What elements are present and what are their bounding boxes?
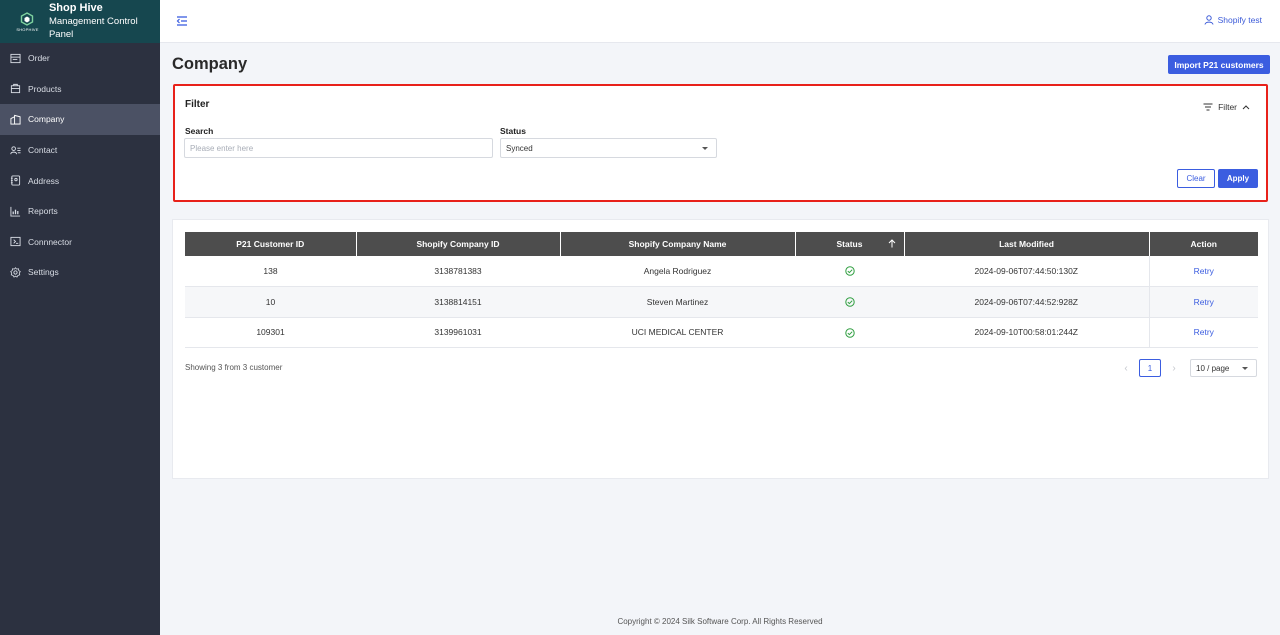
import-p21-customers-button[interactable]: Import P21 customers bbox=[1168, 55, 1270, 74]
caret-down-icon bbox=[1242, 367, 1248, 370]
showing-count: Showing 3 from 3 customer bbox=[185, 363, 283, 372]
filter-panel: Filter Filter Search Status Synced Clear… bbox=[173, 84, 1268, 202]
user-name: Shopify test bbox=[1217, 15, 1262, 25]
page-size-value: 10 / page bbox=[1196, 363, 1230, 373]
user-menu[interactable]: Shopify test bbox=[1204, 15, 1262, 25]
search-input[interactable] bbox=[184, 138, 493, 158]
check-circle-icon bbox=[844, 328, 855, 338]
reports-icon bbox=[9, 205, 21, 217]
clear-button[interactable]: Clear bbox=[1177, 169, 1215, 188]
cell-p21-id: 138 bbox=[185, 256, 356, 288]
sidebar-item-label: Connnector bbox=[28, 236, 72, 247]
table-row: 10 3138814151 Steven Martinez 2024-09-06… bbox=[185, 286, 1258, 318]
cell-shopify-id: 3139961031 bbox=[356, 317, 560, 349]
status-label: Status bbox=[500, 126, 526, 136]
menu-fold-icon[interactable] bbox=[175, 14, 189, 28]
cell-p21-id: 10 bbox=[185, 286, 356, 318]
cell-action: Retry bbox=[1148, 286, 1258, 318]
column-header-action: Action bbox=[1149, 232, 1258, 256]
sidebar-item-company[interactable]: Company bbox=[0, 104, 160, 135]
contact-icon bbox=[9, 144, 21, 156]
cell-action: Retry bbox=[1148, 317, 1258, 349]
sidebar-nav: Order Products Company Contact Address R… bbox=[0, 43, 160, 288]
cell-status bbox=[795, 256, 904, 288]
brand-header[interactable]: SHOPHIVE Shop Hive Management Control Pa… bbox=[0, 0, 160, 43]
company-icon bbox=[9, 113, 21, 125]
cell-company-name: Steven Martinez bbox=[560, 286, 795, 318]
footer-copyright: Copyright © 2024 Silk Software Corp. All… bbox=[617, 617, 823, 626]
caret-down-icon bbox=[702, 147, 708, 150]
cell-p21-id: 109301 bbox=[185, 317, 356, 349]
column-header-company-name[interactable]: Shopify Company Name bbox=[560, 232, 796, 256]
user-icon bbox=[1204, 15, 1214, 25]
cell-status bbox=[795, 286, 904, 318]
sidebar-item-contact[interactable]: Contact bbox=[0, 135, 160, 166]
page-number-button[interactable]: 1 bbox=[1139, 359, 1161, 377]
cell-company-name: UCI MEDICAL CENTER bbox=[560, 317, 795, 349]
filter-collapse-toggle[interactable]: Filter bbox=[1203, 102, 1250, 112]
logo-text: SHOPHIVE bbox=[16, 26, 39, 32]
column-header-status[interactable]: Status bbox=[795, 232, 905, 256]
next-page-icon[interactable]: › bbox=[1167, 363, 1181, 374]
cell-company-name: Angela Rodriguez bbox=[560, 256, 795, 288]
check-circle-icon bbox=[844, 266, 855, 277]
column-header-p21-id[interactable]: P21 Customer ID bbox=[185, 232, 357, 256]
sort-ascending-icon[interactable] bbox=[888, 239, 896, 248]
sidebar-item-label: Company bbox=[28, 114, 65, 125]
sidebar-item-reports[interactable]: Reports bbox=[0, 196, 160, 227]
retry-link[interactable]: Retry bbox=[1194, 297, 1214, 307]
brand-subtitle: Management Control Panel bbox=[48, 16, 138, 40]
shophive-logo: SHOPHIVE bbox=[15, 9, 40, 35]
column-header-shopify-id[interactable]: Shopify Company ID bbox=[356, 232, 561, 256]
top-header: Shopify test bbox=[160, 0, 1280, 43]
table-header-row: P21 Customer ID Shopify Company ID Shopi… bbox=[185, 232, 1258, 256]
prev-page-icon[interactable]: ‹ bbox=[1119, 363, 1133, 374]
column-header-last-modified[interactable]: Last Modified bbox=[904, 232, 1150, 256]
cell-shopify-id: 3138781383 bbox=[356, 256, 560, 288]
settings-icon bbox=[9, 266, 21, 278]
cell-action: Retry bbox=[1148, 256, 1258, 288]
cell-last-modified: 2024-09-06T07:44:50:130Z bbox=[904, 256, 1149, 288]
sidebar-item-settings[interactable]: Settings bbox=[0, 257, 160, 288]
connector-icon bbox=[9, 236, 21, 248]
brand-title: Shop Hive bbox=[48, 2, 103, 14]
company-table-card: P21 Customer ID Shopify Company ID Shopi… bbox=[172, 219, 1269, 479]
check-circle-icon bbox=[844, 297, 855, 307]
products-icon bbox=[9, 83, 21, 95]
chevron-up-icon bbox=[1242, 105, 1250, 110]
sidebar-item-products[interactable]: Products bbox=[0, 74, 160, 105]
sidebar: SHOPHIVE Shop Hive Management Control Pa… bbox=[0, 0, 160, 635]
sidebar-item-label: Contact bbox=[28, 145, 58, 156]
sidebar-item-label: Reports bbox=[28, 206, 58, 217]
cell-last-modified: 2024-09-10T00:58:01:244Z bbox=[904, 317, 1149, 349]
address-icon bbox=[9, 175, 21, 187]
sidebar-item-label: Settings bbox=[28, 267, 59, 278]
cell-status bbox=[795, 317, 904, 349]
page-size-select[interactable]: 10 / page bbox=[1190, 359, 1257, 377]
page-title: Company bbox=[172, 55, 248, 73]
table-row: 109301 3139961031 UCI MEDICAL CENTER 202… bbox=[185, 317, 1258, 349]
sidebar-item-label: Order bbox=[28, 53, 50, 64]
filter-title: Filter bbox=[185, 99, 210, 110]
cell-shopify-id: 3138814151 bbox=[356, 286, 560, 318]
cell-last-modified: 2024-09-06T07:44:52:928Z bbox=[904, 286, 1149, 318]
retry-link[interactable]: Retry bbox=[1194, 327, 1214, 337]
retry-link[interactable]: Retry bbox=[1194, 266, 1214, 276]
pagination: ‹ 1 › 10 / page bbox=[1119, 359, 1257, 377]
status-select-value: Synced bbox=[506, 143, 533, 153]
filter-icon bbox=[1203, 103, 1213, 111]
sidebar-item-label: Products bbox=[28, 83, 62, 94]
sidebar-item-address[interactable]: Address bbox=[0, 165, 160, 196]
sidebar-item-order[interactable]: Order bbox=[0, 43, 160, 74]
sidebar-item-label: Address bbox=[28, 175, 60, 186]
order-icon bbox=[9, 52, 21, 64]
column-header-status-label: Status bbox=[836, 239, 863, 249]
status-select[interactable]: Synced bbox=[500, 138, 717, 158]
search-label: Search bbox=[185, 126, 214, 136]
apply-button[interactable]: Apply bbox=[1218, 169, 1258, 188]
filter-toggle-label: Filter bbox=[1218, 102, 1237, 112]
company-table: P21 Customer ID Shopify Company ID Shopi… bbox=[185, 232, 1258, 349]
sidebar-item-connector[interactable]: Connnector bbox=[0, 227, 160, 258]
table-row: 138 3138781383 Angela Rodriguez 2024-09-… bbox=[185, 256, 1258, 288]
